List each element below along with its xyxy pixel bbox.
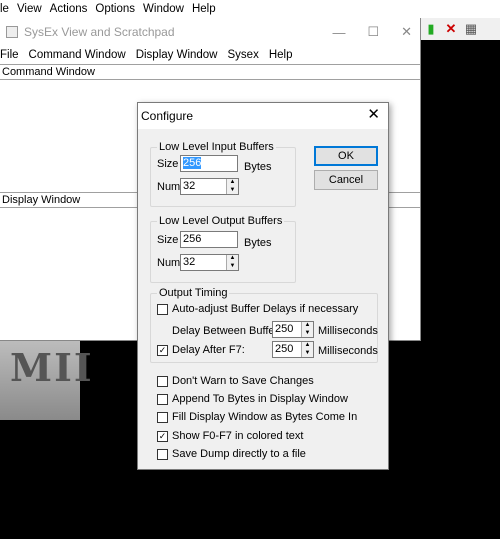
input-size-label: Size bbox=[157, 158, 179, 170]
output-size-label: Size bbox=[157, 234, 179, 246]
dont-warn-checkbox[interactable]: Don't Warn to Save Changes bbox=[157, 375, 314, 387]
checkbox-box[interactable] bbox=[157, 393, 168, 405]
cancel-button[interactable]: Cancel bbox=[314, 170, 378, 190]
save-dump-checkbox[interactable]: Save Dump directly to a file bbox=[157, 448, 306, 460]
input-num-value: 32 bbox=[183, 180, 196, 192]
sysex-title-bar: SysEx View and Scratchpad — ☐ ✕ bbox=[0, 18, 420, 46]
command-window-header: Command Window bbox=[0, 64, 420, 80]
delay-between-value: 250 bbox=[275, 323, 294, 335]
output-num-value: 32 bbox=[183, 256, 196, 268]
stepper-down-icon[interactable]: ▼ bbox=[302, 350, 313, 358]
sysex-menubar: File Command Window Display Window Sysex… bbox=[0, 46, 420, 64]
checkbox-box[interactable]: ✓ bbox=[157, 430, 168, 442]
auto-adjust-label: Auto-adjust Buffer Delays if necessary bbox=[172, 303, 359, 315]
checkbox-box[interactable] bbox=[157, 375, 168, 387]
checkbox-box[interactable] bbox=[157, 411, 168, 423]
delay-after-f7-label: Delay After F7: bbox=[172, 344, 245, 356]
window-controls: — ☐ ✕ bbox=[332, 18, 412, 46]
traffic-light-icon[interactable]: ▮ bbox=[424, 22, 438, 36]
background-menubar: le View Actions Options Window Help bbox=[0, 0, 500, 18]
delay-after-stepper[interactable]: 250 ▲ ▼ bbox=[272, 341, 314, 358]
dont-warn-label: Don't Warn to Save Changes bbox=[172, 375, 314, 387]
append-bytes-label: Append To Bytes in Display Window bbox=[172, 393, 348, 405]
dialog-close-icon[interactable]: ✕ bbox=[367, 107, 380, 123]
delay-between-label: Delay Between Buffers: bbox=[172, 325, 287, 337]
input-num-label: Num bbox=[157, 181, 181, 193]
menu-window[interactable]: Window bbox=[143, 3, 192, 15]
background-panel bbox=[420, 40, 500, 539]
stepper-up-icon[interactable]: ▲ bbox=[302, 322, 313, 330]
sysex-menu-display-window[interactable]: Display Window bbox=[136, 49, 228, 61]
output-timing-title: Output Timing bbox=[157, 287, 230, 299]
input-size-field[interactable]: 256 bbox=[180, 155, 238, 172]
maximize-icon[interactable]: ☐ bbox=[367, 24, 379, 40]
input-buffers-title: Low Level Input Buffers bbox=[157, 141, 276, 153]
stepper-down-icon[interactable]: ▼ bbox=[227, 263, 238, 271]
output-num-label: Num bbox=[157, 257, 181, 269]
dialog-title-bar: Configure ✕ bbox=[138, 103, 388, 129]
auto-adjust-checkbox[interactable]: Auto-adjust Buffer Delays if necessary bbox=[157, 303, 358, 315]
ok-button[interactable]: OK bbox=[314, 146, 378, 166]
sysex-menu-sysex[interactable]: Sysex bbox=[228, 49, 269, 61]
output-size-unit: Bytes bbox=[244, 237, 272, 249]
menu-actions[interactable]: Actions bbox=[50, 3, 96, 15]
show-f0-f7-label: Show F0-F7 in colored text bbox=[172, 430, 304, 442]
sysex-menu-file[interactable]: File bbox=[0, 49, 29, 61]
stepper-up-icon[interactable]: ▲ bbox=[227, 179, 238, 187]
dialog-title: Configure bbox=[141, 109, 194, 123]
minimize-icon[interactable]: — bbox=[332, 25, 345, 40]
fill-display-label: Fill Display Window as Bytes Come In bbox=[172, 411, 358, 423]
save-dump-label: Save Dump directly to a file bbox=[172, 448, 306, 460]
menu-options[interactable]: Options bbox=[95, 3, 143, 15]
checkbox-box[interactable] bbox=[157, 448, 168, 460]
close-icon[interactable]: ✕ bbox=[401, 24, 412, 40]
stepper-up-icon[interactable]: ▲ bbox=[227, 255, 238, 263]
sysex-menu-command-window[interactable]: Command Window bbox=[29, 49, 136, 61]
background-logo-text: MII bbox=[10, 345, 94, 390]
stepper-down-icon[interactable]: ▼ bbox=[227, 187, 238, 195]
menu-help[interactable]: Help bbox=[192, 3, 224, 15]
input-size-unit: Bytes bbox=[244, 161, 272, 173]
sysex-menu-help[interactable]: Help bbox=[269, 49, 303, 61]
output-buffers-title: Low Level Output Buffers bbox=[157, 215, 285, 227]
delay-after-unit: Milliseconds bbox=[318, 345, 378, 357]
menu-view[interactable]: View bbox=[17, 3, 50, 15]
background-toolbar: ▮ ✕ ▦ bbox=[420, 18, 500, 40]
stepper-up-icon[interactable]: ▲ bbox=[302, 342, 313, 350]
grid-icon[interactable]: ▦ bbox=[464, 22, 478, 36]
stepper-down-icon[interactable]: ▼ bbox=[302, 330, 313, 338]
checkbox-box[interactable]: ✓ bbox=[157, 344, 168, 356]
menu-file-partial[interactable]: le bbox=[0, 3, 17, 15]
input-num-stepper[interactable]: 32 ▲ ▼ bbox=[180, 178, 239, 195]
output-size-field[interactable]: 256 bbox=[180, 231, 238, 248]
red-x-icon[interactable]: ✕ bbox=[444, 22, 458, 36]
append-bytes-checkbox[interactable]: Append To Bytes in Display Window bbox=[157, 393, 348, 405]
fill-display-checkbox[interactable]: Fill Display Window as Bytes Come In bbox=[157, 411, 357, 423]
show-f0-f7-checkbox[interactable]: ✓ Show F0-F7 in colored text bbox=[157, 430, 303, 442]
delay-after-value: 250 bbox=[275, 343, 294, 355]
output-num-stepper[interactable]: 32 ▲ ▼ bbox=[180, 254, 239, 271]
delay-after-f7-checkbox[interactable]: ✓ Delay After F7: bbox=[157, 344, 245, 356]
checkbox-box[interactable] bbox=[157, 303, 168, 315]
app-icon bbox=[6, 26, 18, 38]
delay-between-unit: Milliseconds bbox=[318, 325, 378, 337]
sysex-window-title: SysEx View and Scratchpad bbox=[24, 25, 175, 39]
configure-dialog: Configure ✕ Low Level Input Buffers Size… bbox=[137, 102, 389, 470]
delay-between-stepper[interactable]: 250 ▲ ▼ bbox=[272, 321, 314, 338]
